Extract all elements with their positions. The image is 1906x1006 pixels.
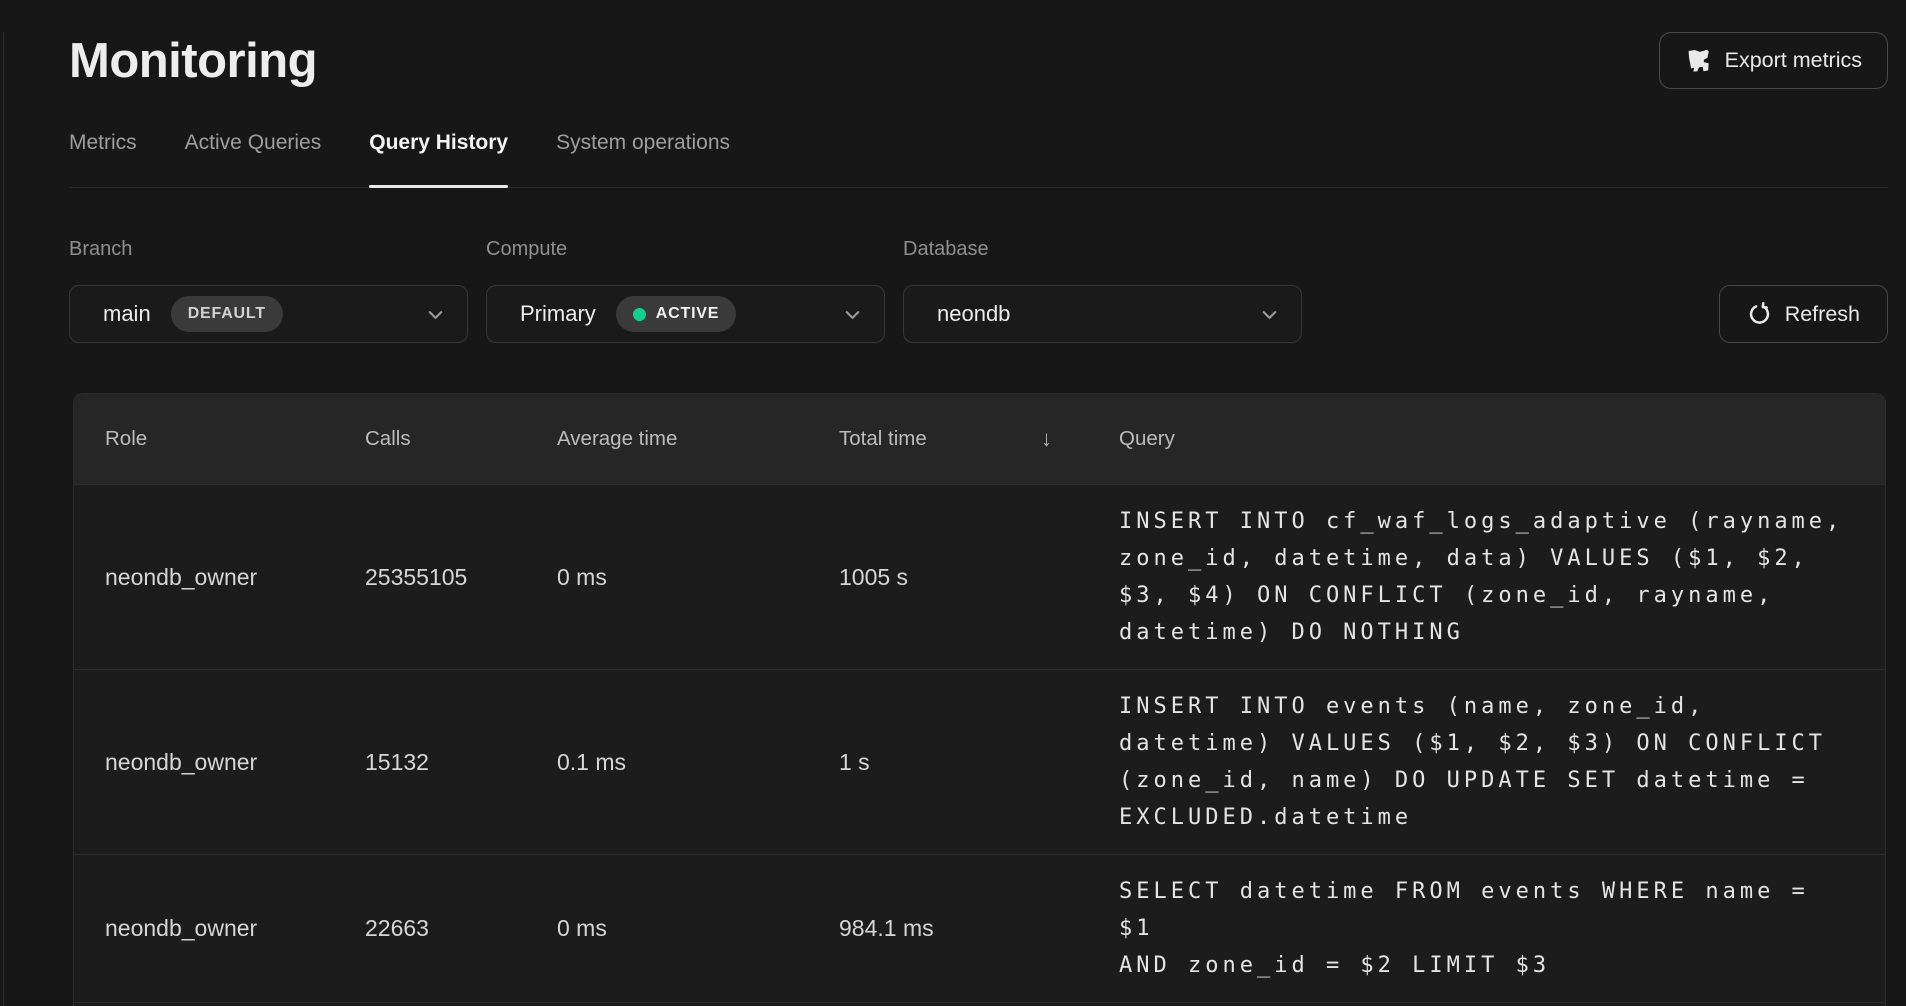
- query-history-table: Role Calls Average time Total time ↓ Que…: [73, 393, 1886, 1006]
- tab-query-history[interactable]: Query History: [369, 131, 508, 187]
- cell-total-time: 1 s: [808, 749, 1088, 776]
- chevron-down-icon: [424, 303, 447, 326]
- compute-label: Compute: [486, 238, 885, 261]
- cell-average-time: 0 ms: [526, 564, 808, 591]
- refresh-wrap: Refresh: [1719, 285, 1888, 343]
- table-row[interactable]: neondb_owner 15132 0.1 ms 1 s INSERT INT…: [74, 669, 1885, 854]
- branch-value: main: [103, 301, 151, 327]
- datadog-icon: [1685, 47, 1712, 74]
- cell-role: neondb_owner: [74, 749, 334, 776]
- table-row[interactable]: neondb_owner 25355105 0 ms 1005 s INSERT…: [74, 484, 1885, 669]
- compute-filter: Compute Primary ACTIVE: [486, 238, 885, 343]
- cell-role: neondb_owner: [74, 564, 334, 591]
- cell-query: SELECT datetime FROM events WHERE name =…: [1088, 855, 1885, 1002]
- column-header-total-time[interactable]: Total time ↓: [808, 426, 1088, 452]
- column-header-query[interactable]: Query: [1088, 427, 1885, 451]
- compute-select[interactable]: Primary ACTIVE: [486, 285, 885, 343]
- page-title: Monitoring: [69, 33, 317, 89]
- tab-system-operations[interactable]: System operations: [556, 131, 730, 187]
- branch-label: Branch: [69, 238, 468, 261]
- tab-bar: Metrics Active Queries Query History Sys…: [69, 131, 1888, 188]
- monitoring-page: Monitoring Export metrics Metrics Active…: [0, 32, 1906, 1006]
- topbar: Monitoring Export metrics: [69, 32, 1888, 89]
- cell-average-time: 0 ms: [526, 915, 808, 942]
- table-row-partial[interactable]: [74, 1002, 1885, 1006]
- branch-filter: Branch main DEFAULT: [69, 238, 468, 343]
- cell-total-time: 1005 s: [808, 564, 1088, 591]
- default-badge: DEFAULT: [171, 296, 283, 332]
- cell-calls: 22663: [334, 915, 526, 942]
- table-header: Role Calls Average time Total time ↓ Que…: [74, 394, 1885, 484]
- refresh-button[interactable]: Refresh: [1719, 285, 1888, 343]
- chevron-down-icon: [841, 303, 864, 326]
- export-metrics-button[interactable]: Export metrics: [1659, 32, 1888, 89]
- table-row[interactable]: neondb_owner 22663 0 ms 984.1 ms SELECT …: [74, 854, 1885, 1002]
- branch-select[interactable]: main DEFAULT: [69, 285, 468, 343]
- column-header-average-time[interactable]: Average time: [526, 427, 808, 451]
- tab-metrics[interactable]: Metrics: [69, 131, 137, 187]
- filters-row: Branch main DEFAULT Compute Primary ACTI…: [69, 238, 1888, 343]
- cell-calls: 25355105: [334, 564, 526, 591]
- cell-average-time: 0.1 ms: [526, 749, 808, 776]
- cell-calls: 15132: [334, 749, 526, 776]
- database-select[interactable]: neondb: [903, 285, 1302, 343]
- column-header-role[interactable]: Role: [74, 427, 334, 451]
- column-header-calls[interactable]: Calls: [334, 427, 526, 451]
- cell-query: INSERT INTO cf_waf_logs_adaptive (raynam…: [1088, 485, 1885, 669]
- cell-query: INSERT INTO events (name, zone_id, datet…: [1088, 670, 1885, 854]
- export-metrics-label: Export metrics: [1725, 48, 1862, 73]
- compute-value: Primary: [520, 301, 596, 327]
- database-filter: Database neondb: [903, 238, 1302, 343]
- cell-role: neondb_owner: [74, 915, 334, 942]
- active-badge: ACTIVE: [616, 296, 736, 332]
- tab-active-queries[interactable]: Active Queries: [185, 131, 322, 187]
- refresh-icon: [1747, 302, 1772, 327]
- refresh-label: Refresh: [1785, 302, 1860, 327]
- cell-total-time: 984.1 ms: [808, 915, 1088, 942]
- status-dot: [633, 308, 646, 321]
- database-value: neondb: [937, 301, 1010, 327]
- sort-desc-icon: ↓: [1041, 426, 1088, 452]
- chevron-down-icon: [1258, 303, 1281, 326]
- panel-left-border: [3, 32, 4, 1006]
- database-label: Database: [903, 238, 1302, 261]
